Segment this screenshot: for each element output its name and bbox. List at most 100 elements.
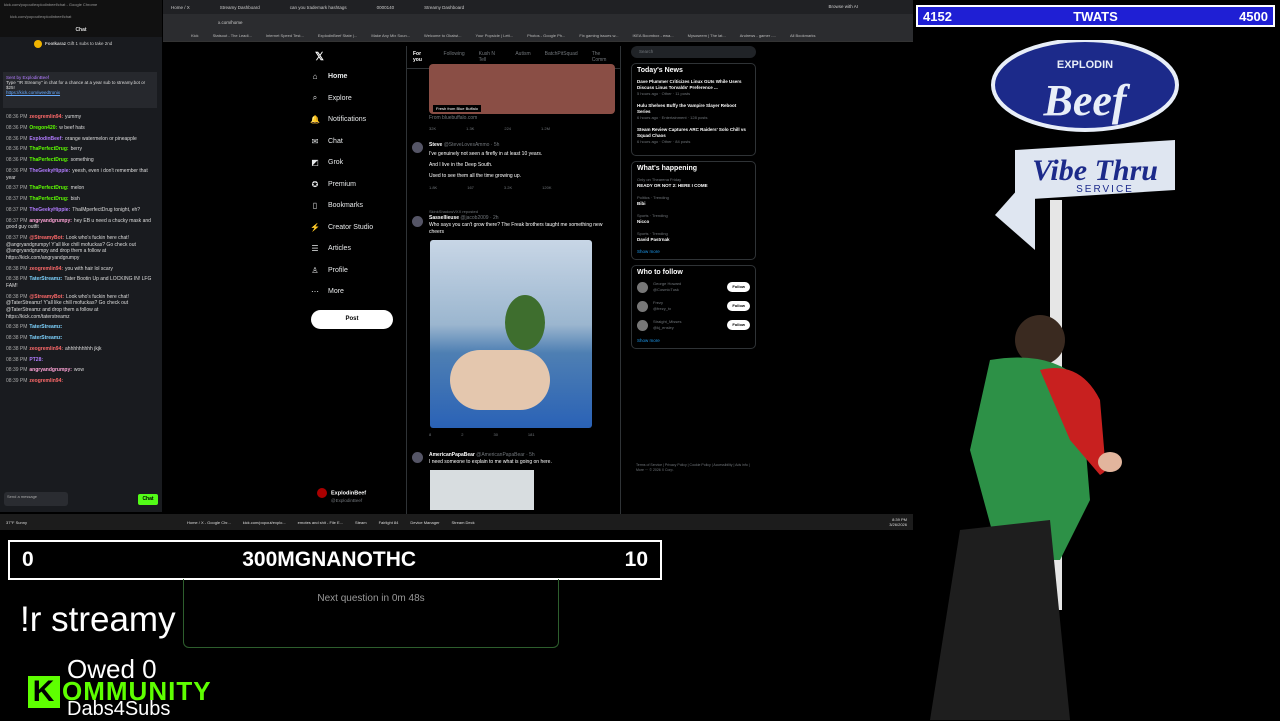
message-user[interactable]: TaterStreamz: (29, 335, 62, 341)
follow-button[interactable]: Follow (727, 301, 750, 311)
message-user[interactable]: Oregon420: (29, 125, 57, 131)
taskbar-app[interactable]: Home / X - Google Chr... (187, 520, 231, 525)
message-user[interactable]: TheGeekyHippie: (29, 168, 70, 174)
feed-tab[interactable]: For you (413, 51, 430, 63)
bookmark-item[interactable]: Your Popsicle | Lett... (476, 33, 514, 38)
post-stat[interactable]: 2 (461, 431, 463, 438)
address-bar[interactable]: x.com/home (163, 14, 913, 30)
chat-message[interactable]: 08:36 PM TheGeekyHippie: yeesh, even i don… (6, 168, 156, 181)
post-stat[interactable]: 32K (429, 125, 436, 132)
bookmark-item[interactable]: Fix gaming issues w... (579, 33, 618, 38)
nav-item-bookmarks[interactable]: ▯ Bookmarks (310, 195, 400, 217)
chat-input[interactable]: Send a message (4, 492, 68, 506)
post-author[interactable]: AmericanPapaBear (429, 452, 475, 458)
bookmark-item[interactable]: Photos - Google Ph... (527, 33, 565, 38)
nav-item-articles[interactable]: ☰ Articles (310, 238, 400, 260)
weather-widget[interactable]: 37°F Sunny (6, 520, 27, 525)
nav-item-profile[interactable]: ♙ Profile (310, 260, 400, 282)
browser-tab[interactable]: Home / X (171, 5, 190, 10)
message-user[interactable]: PT28: (29, 357, 43, 363)
post-stat[interactable]: 181 (528, 431, 535, 438)
search-input[interactable]: Search (631, 46, 756, 58)
post-author[interactable]: Steve (429, 142, 442, 148)
chat-message[interactable]: 08:37 PM angryandgrumpy: hey EB u need a c… (6, 218, 156, 231)
chat-message[interactable]: 08:37 PM ThaPerfectDrug: melon (6, 185, 156, 192)
nav-item-more[interactable]: ⋯ More (310, 281, 400, 303)
message-user[interactable]: ThaPerfectDrug: (29, 146, 68, 152)
chat-message[interactable]: 08:39 PM zeogremlin94: (6, 378, 156, 385)
nav-item-creator-studio[interactable]: ⚡ Creator Studio (310, 217, 400, 239)
post-button[interactable]: Post (311, 310, 393, 329)
news-item[interactable]: Dave Plummer Criticizes Linux GUIs While… (637, 79, 750, 97)
chat-message[interactable]: 08:38 PM zeogremlin94: you with hair lol s… (6, 266, 156, 273)
trend-item[interactable]: Sports · Trending David Pastrnak (637, 231, 750, 243)
chat-message[interactable]: 08:36 PM ExplodinBeef: orange watermelon o… (6, 136, 156, 143)
message-user[interactable]: zeogremlin94: (29, 266, 63, 272)
post-author[interactable]: Sassellieuse (429, 215, 459, 221)
post-stat[interactable]: 1.8K (429, 184, 437, 191)
bookmark-item[interactable]: All Bookmarks (790, 33, 816, 38)
taskbar-app[interactable]: Device Manager (410, 520, 439, 525)
message-user[interactable]: TaterStreamz: (29, 276, 62, 282)
chat-message[interactable]: 08:36 PM ThaPerfectDrug: berry (6, 146, 156, 153)
pinned-link[interactable]: https://kick.com/weedtronix (6, 90, 154, 95)
bookmark-item[interactable]: Welcome to Okalwi... (424, 33, 462, 38)
chat-messages[interactable]: 08:36 PM zeogremlin94: yummy 08:36 PM Oregon… (6, 114, 156, 389)
bookmark-item[interactable]: IKEA Boombox - ewa... (632, 33, 673, 38)
profile-switcher[interactable]: ExplodinBeef @ExplodinBeef (317, 488, 366, 504)
post-stat[interactable]: 30 (493, 431, 497, 438)
follow-button[interactable]: Follow (727, 320, 750, 330)
post-stat[interactable]: 3.2K (504, 184, 512, 191)
post-media[interactable] (430, 470, 534, 510)
browser-tab[interactable]: can you trademark hashtags (290, 5, 347, 10)
chat-message[interactable]: 08:38 PM PT28: (6, 357, 156, 364)
taskbar-app[interactable]: Steam (355, 520, 367, 525)
nav-item-home[interactable]: ⌂ Home (310, 66, 400, 88)
x-footer[interactable]: Terms of Service | Privacy Policy | Cook… (636, 463, 756, 473)
feed-tab[interactable]: Autism (515, 51, 530, 63)
bookmark-item[interactable]: ExplodinBeef State |... (318, 33, 358, 38)
message-user[interactable]: ThaPerfectDrug: (29, 185, 68, 191)
post-sassellieuse[interactable]: SkinkShadowVXX reposted Sassellieuse @ja… (412, 208, 617, 438)
follow-name[interactable]: Straight_Misses @kj_ensley (653, 319, 727, 331)
nav-item-premium[interactable]: ✪ Premium (310, 174, 400, 196)
chat-message[interactable]: 08:38 PM TaterStreamz: (6, 335, 156, 342)
post-stat[interactable]: 167 (467, 184, 474, 191)
trend-item[interactable]: Politics · Trending Bibi (637, 195, 750, 207)
bookmark-item[interactable]: Mysoseem | The lat... (688, 33, 726, 38)
chat-address-bar[interactable]: kick.com/popout/explodinbeef/chat (10, 14, 71, 19)
message-user[interactable]: ExplodinBeef: (29, 136, 63, 142)
chat-message[interactable]: 08:37 PM @StreamyBot: Look who's fuckin he… (6, 235, 156, 261)
nav-item-explore[interactable]: ⌕ Explore (310, 88, 400, 110)
message-user[interactable]: TaterStreamz: (29, 324, 62, 330)
bookmark-item[interactable]: Make Any Mix Soun... (371, 33, 410, 38)
message-user[interactable]: zeogremlin94: (29, 346, 63, 352)
message-user[interactable]: zeogremlin94: (29, 114, 63, 120)
taskbar-app[interactable]: Fairlight 84 (379, 520, 399, 525)
chat-message[interactable]: 08:39 PM angryandgrumpy: wow (6, 367, 156, 374)
post-stat[interactable]: 1.3K (466, 125, 474, 132)
trend-item[interactable]: Only on Thearena Friday READY OR NOT 2: H… (637, 177, 750, 189)
post-stat[interactable]: 120K (542, 184, 551, 191)
nav-item-chat[interactable]: ✉ Chat (310, 131, 400, 153)
show-more-link[interactable]: Show more (637, 338, 750, 344)
post-media[interactable] (430, 240, 592, 428)
chat-message[interactable]: 08:38 PM TaterStreamz: Tater Bootin Up and… (6, 276, 156, 289)
post-stat[interactable]: 224 (504, 125, 511, 132)
trend-item[interactable]: Sports · Trending Nicco (637, 213, 750, 225)
post-americanpapabear[interactable]: AmericanPapaBear @AmericanPapaBear · 5h … (412, 452, 617, 510)
taskbar-app[interactable]: emotes and shit - File E... (298, 520, 343, 525)
bookmark-item[interactable]: Statsout - The Leadi... (213, 33, 252, 38)
message-user[interactable]: angryandgrumpy: (29, 367, 72, 373)
chat-message[interactable]: 08:38 PM zeogremlin94: ahhhhhhhhh jkjk (6, 346, 156, 353)
feed-tab[interactable]: The Comm (592, 51, 614, 63)
taskbar-app[interactable]: Stream Deck (452, 520, 475, 525)
bookmark-item[interactable]: Kick (191, 33, 199, 38)
chat-message[interactable]: 08:38 PM TaterStreamz: (6, 324, 156, 331)
browse-ai-button[interactable]: Browse with AI (828, 4, 858, 9)
show-more-link[interactable]: Show more (637, 249, 750, 255)
chat-send-button[interactable]: Chat (138, 494, 158, 505)
post-stat[interactable]: 8 (429, 431, 431, 438)
message-user[interactable]: @StreamyBot: (29, 235, 64, 241)
browser-tab[interactable]: Streamy Dashboard (220, 5, 260, 10)
